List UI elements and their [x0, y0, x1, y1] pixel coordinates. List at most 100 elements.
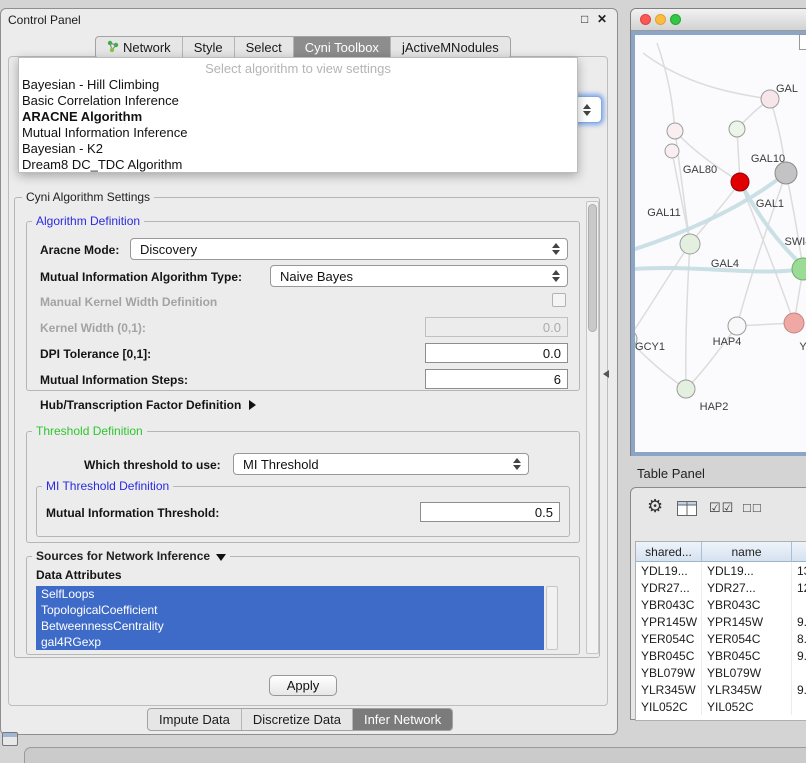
sources-expander[interactable]: Sources for Network Inference: [32, 549, 230, 563]
which-threshold-combo[interactable]: MI Threshold: [233, 453, 529, 475]
tab-jactivemnodules[interactable]: jActiveMNodules: [390, 37, 510, 58]
table-cell[interactable]: YDR27...: [702, 579, 792, 596]
table-cell[interactable]: 13: [792, 562, 806, 579]
network-scrollbar-thumb[interactable]: [799, 34, 806, 50]
tab-infer-network[interactable]: Infer Network: [352, 709, 452, 730]
tab-label: Select: [246, 40, 282, 55]
table-row[interactable]: YER054C YER054C 8.: [636, 630, 806, 647]
table-cell[interactable]: YDL19...: [636, 562, 702, 579]
table-cell[interactable]: YLR345W: [636, 681, 702, 698]
table-cell[interactable]: YBL079W: [636, 664, 702, 681]
data-attributes-label: Data Attributes: [36, 568, 122, 582]
table-cell[interactable]: [792, 698, 806, 715]
network-node[interactable]: [667, 123, 683, 139]
table-cell[interactable]: YBL079W: [702, 664, 792, 681]
table-cell[interactable]: 8.: [792, 630, 806, 647]
table-cell[interactable]: YBR045C: [702, 647, 792, 664]
table-row[interactable]: YIL052C YIL052C: [636, 698, 806, 715]
column-header[interactable]: name: [702, 542, 792, 562]
table-cell[interactable]: YER054C: [702, 630, 792, 647]
table-cell[interactable]: [792, 664, 806, 681]
tab-impute-data[interactable]: Impute Data: [148, 709, 241, 730]
splitter-arrow-icon[interactable]: [603, 370, 609, 378]
hub-definition-expander[interactable]: Hub/Transcription Factor Definition: [40, 398, 256, 412]
dropdown-item-highlighted[interactable]: ARACNE Algorithm: [19, 109, 577, 125]
table-cell[interactable]: [792, 596, 806, 613]
network-node[interactable]: [728, 317, 746, 335]
network-node-highlighted[interactable]: [731, 173, 749, 191]
table-row[interactable]: YPR145W YPR145W 9.: [636, 613, 806, 630]
column-header[interactable]: [792, 542, 806, 562]
close-window-icon[interactable]: ✕: [597, 13, 607, 25]
network-canvas[interactable]: GAL80 GAL10 GAL11 GAL1 SWI4 GAL4 GCY1 HA…: [635, 35, 806, 452]
columns-icon[interactable]: [677, 501, 697, 521]
table-cell[interactable]: YPR145W: [702, 613, 792, 630]
table-row[interactable]: YLR345W YLR345W 9.: [636, 681, 806, 698]
table-row[interactable]: YDR27... YDR27... 12: [636, 579, 806, 596]
traffic-light-close-icon[interactable]: [640, 14, 651, 25]
table-cell[interactable]: YLR345W: [702, 681, 792, 698]
attribute-list-item[interactable]: SelfLoops: [36, 586, 544, 602]
network-node[interactable]: [784, 313, 804, 333]
aracne-mode-label: Aracne Mode:: [40, 243, 119, 257]
network-node[interactable]: [729, 121, 745, 137]
select-all-checkboxes-icon[interactable]: ☑☑: [709, 500, 734, 516]
mi-steps-field[interactable]: 6: [425, 369, 568, 389]
mi-algorithm-type-combo[interactable]: Naive Bayes: [270, 265, 568, 287]
traffic-light-minimize-icon[interactable]: [655, 14, 666, 25]
network-node[interactable]: [792, 258, 806, 280]
attribute-list-item[interactable]: TopologicalCoefficient: [36, 602, 544, 618]
dropdown-item[interactable]: Bayesian - Hill Climbing: [19, 77, 577, 93]
table-cell[interactable]: YER054C: [636, 630, 702, 647]
settings-scrollbar-thumb[interactable]: [588, 204, 597, 332]
table-cell[interactable]: 9.: [792, 613, 806, 630]
kernel-width-field[interactable]: 0.0: [425, 317, 568, 337]
table-row[interactable]: YBR045C YBR045C 9.: [636, 647, 806, 664]
mi-threshold-field[interactable]: 0.5: [420, 502, 560, 522]
table-cell[interactable]: 9.: [792, 681, 806, 698]
float-window-icon[interactable]: □: [581, 13, 588, 25]
attribute-list-item[interactable]: gal4RGexp: [36, 634, 544, 650]
network-node[interactable]: [665, 144, 679, 158]
dpi-tolerance-field[interactable]: 0.0: [425, 343, 568, 363]
table-row[interactable]: YBR043C YBR043C: [636, 596, 806, 613]
apply-button[interactable]: Apply: [269, 675, 337, 696]
bottom-tab-bar: Impute Data Discretize Data Infer Networ…: [147, 708, 453, 731]
network-window-titlebar[interactable]: [631, 9, 806, 31]
aracne-mode-combo[interactable]: Discovery: [130, 238, 568, 260]
table-cell[interactable]: 9.: [792, 647, 806, 664]
tab-cyni-toolbox[interactable]: Cyni Toolbox: [293, 37, 390, 58]
table-cell[interactable]: YPR145W: [636, 613, 702, 630]
dropdown-item[interactable]: Bayesian - K2: [19, 141, 577, 157]
network-node-selected[interactable]: [775, 162, 797, 184]
table-row[interactable]: YDL19... YDL19... 13: [636, 562, 806, 579]
dropdown-item[interactable]: Basic Correlation Inference: [19, 93, 577, 109]
table-cell[interactable]: YIL052C: [636, 698, 702, 715]
attribute-list-item[interactable]: BetweennessCentrality: [36, 618, 544, 634]
attribute-list-scrollbar[interactable]: [546, 586, 558, 650]
dropdown-item[interactable]: Mutual Information Inference: [19, 125, 577, 141]
tab-select[interactable]: Select: [234, 37, 293, 58]
table-cell[interactable]: YBR043C: [636, 596, 702, 613]
node-label: GAL4: [711, 258, 739, 270]
node-label: Y: [799, 341, 806, 353]
tab-network[interactable]: Network: [96, 37, 182, 58]
gear-icon[interactable]: ⚙: [647, 496, 663, 517]
traffic-light-zoom-icon[interactable]: [670, 14, 681, 25]
manual-kernel-width-checkbox[interactable]: [552, 293, 566, 307]
table-cell[interactable]: YDL19...: [702, 562, 792, 579]
table-row[interactable]: YBL079W YBL079W: [636, 664, 806, 681]
network-node[interactable]: [680, 234, 700, 254]
column-header[interactable]: shared...: [636, 542, 702, 562]
dropdown-item[interactable]: Dream8 DC_TDC Algorithm: [19, 157, 577, 173]
network-node[interactable]: [677, 380, 695, 398]
table-cell[interactable]: YBR043C: [702, 596, 792, 613]
table-cell[interactable]: 12: [792, 579, 806, 596]
docked-panel-icon[interactable]: [2, 732, 18, 746]
table-cell[interactable]: YDR27...: [636, 579, 702, 596]
deselect-all-checkboxes-icon[interactable]: □□: [743, 500, 763, 515]
table-cell[interactable]: YBR045C: [636, 647, 702, 664]
tab-style[interactable]: Style: [182, 37, 234, 58]
table-cell[interactable]: YIL052C: [702, 698, 792, 715]
tab-discretize-data[interactable]: Discretize Data: [241, 709, 352, 730]
